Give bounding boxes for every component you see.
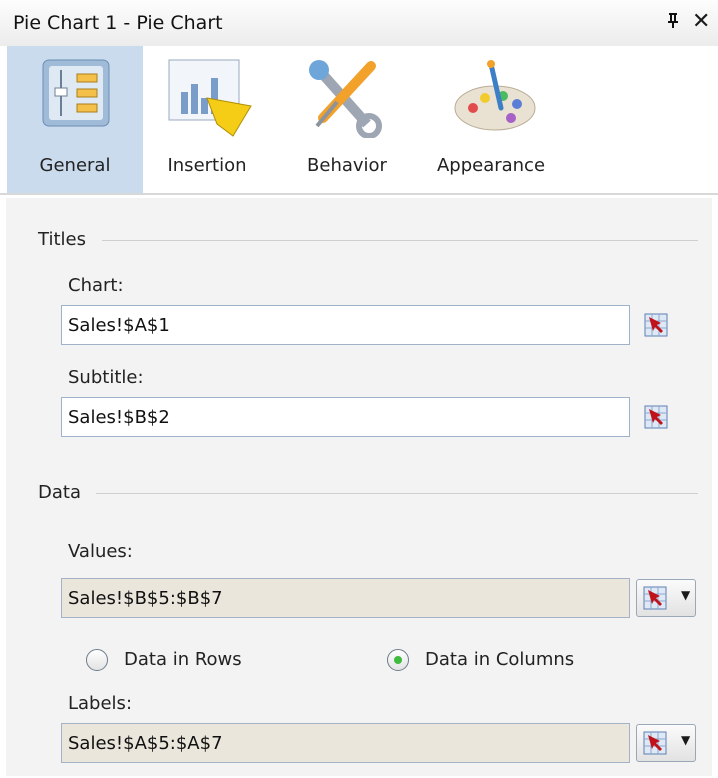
tab-insertion[interactable]: Insertion xyxy=(143,46,271,193)
labels-range-picker-button[interactable]: ▼ xyxy=(636,724,696,762)
title-bar: Pie Chart 1 - Pie Chart ✕ xyxy=(0,0,718,46)
chart-title-label: Chart: xyxy=(68,275,124,296)
behavior-tools-icon xyxy=(309,60,382,138)
range-picker-icon[interactable] xyxy=(644,313,668,337)
tab-general[interactable]: General xyxy=(7,46,143,193)
labels-label: Labels: xyxy=(68,693,133,714)
appearance-palette-icon xyxy=(454,60,536,131)
general-settings-icon xyxy=(42,59,110,127)
chart-title-input[interactable] xyxy=(61,305,630,345)
tab-appearance[interactable]: Appearance xyxy=(425,46,557,193)
insertion-chart-icon xyxy=(168,59,252,137)
data-divider xyxy=(96,493,698,494)
values-range-input[interactable] xyxy=(61,578,630,618)
labels-range-input[interactable] xyxy=(61,723,630,763)
range-picker-icon xyxy=(643,731,667,755)
tab-general-label: General xyxy=(39,155,111,176)
values-label: Values: xyxy=(68,541,133,562)
titles-section-heading: Titles xyxy=(38,229,86,250)
radio-data-in-columns[interactable] xyxy=(387,649,409,671)
range-picker-icon xyxy=(643,586,667,610)
values-range-picker-button[interactable]: ▼ xyxy=(636,579,696,617)
tab-strip: General Insertion Behavior Appearance xyxy=(0,46,718,195)
radio-data-in-columns-label[interactable]: Data in Columns xyxy=(425,649,574,670)
tab-insertion-label: Insertion xyxy=(167,155,247,176)
window-title: Pie Chart 1 - Pie Chart xyxy=(13,12,223,34)
chevron-down-icon: ▼ xyxy=(681,588,691,602)
subtitle-label: Subtitle: xyxy=(68,367,144,388)
tab-behavior[interactable]: Behavior xyxy=(283,46,411,193)
radio-data-in-rows-label[interactable]: Data in Rows xyxy=(124,649,242,670)
close-icon[interactable]: ✕ xyxy=(692,9,710,34)
radio-selected-dot xyxy=(394,656,402,664)
chevron-down-icon: ▼ xyxy=(681,733,691,747)
tab-behavior-label: Behavior xyxy=(307,155,387,176)
radio-data-in-rows[interactable] xyxy=(86,649,108,671)
settings-panel: Titles Chart: Subtitle: Data Values: ▼ D… xyxy=(6,198,712,776)
pin-icon[interactable] xyxy=(667,12,679,33)
range-picker-icon[interactable] xyxy=(644,405,668,429)
tab-appearance-label: Appearance xyxy=(436,155,546,176)
titles-divider xyxy=(102,240,698,241)
subtitle-input[interactable] xyxy=(61,397,630,437)
data-section-heading: Data xyxy=(38,482,81,503)
